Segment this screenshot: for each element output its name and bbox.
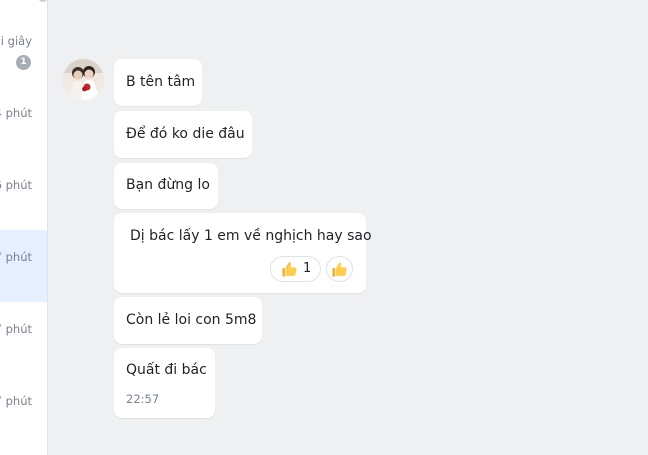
message-bubble[interactable]: B tên tâm [114,59,202,106]
avatar-photo [63,59,104,100]
conversation-time: 7 phút [0,250,32,264]
message-bubble[interactable]: Để đó ko die đâu [114,111,252,158]
message-bubble[interactable]: Bạn đừng lo [114,163,218,209]
scroll-edge [38,0,47,2]
message-text: Quất đi bác [126,362,207,378]
thumbs-up-icon [282,262,297,277]
reaction-summary[interactable]: 1 [270,256,321,282]
message-timestamp: 22:57 [126,392,160,406]
conversation-item-active[interactable]: 7 phút [0,230,47,302]
sender-avatar[interactable] [63,59,104,100]
thumbs-up-icon [332,262,347,277]
message-bubble[interactable]: Còn lẻ loi con 5m8 [114,297,262,344]
conversation-item[interactable]: ài giây 1 [0,30,47,102]
conversation-time: 7 phút [0,322,32,336]
conversation-item[interactable]: 4 phút [0,102,47,174]
message-text: Bạn đừng lo [126,177,210,193]
conversation-item[interactable]: 7 phút [0,390,47,455]
message-text: Còn lẻ loi con 5m8 [126,312,257,328]
reaction-count: 1 [303,261,312,276]
conversation-time: 6 phút [0,178,32,192]
conversation-item[interactable]: 7 phút [0,318,47,390]
conversation-list: ài giây 1 4 phút 6 phút 7 phút 7 phút 7 … [0,0,48,455]
conversation-time: 7 phút [0,394,32,408]
add-reaction-button[interactable] [326,256,353,282]
message-text: Dị bác lấy 1 em về nghịch hay sao [130,228,372,244]
message-bubble[interactable]: Quất đi bác 22:57 [114,348,215,418]
message-text: Để đó ko die đâu [126,126,245,142]
conversation-time: 4 phút [0,106,32,120]
message-text: B tên tâm [126,74,196,90]
conversation-time: ài giây [0,34,32,48]
unread-badge: 1 [16,55,31,70]
message-bubble[interactable]: Dị bác lấy 1 em về nghịch hay sao 1 [114,213,372,293]
